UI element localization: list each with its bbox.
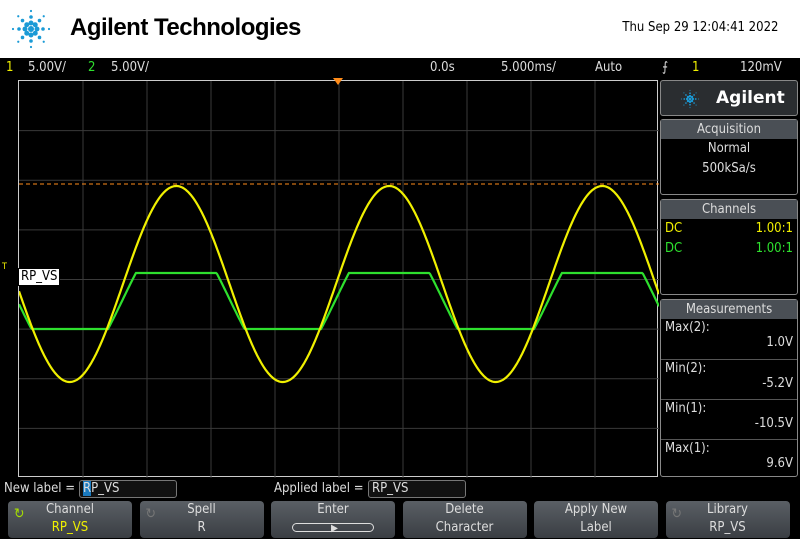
measurement-name: Max(2): bbox=[665, 320, 710, 335]
trigger-level[interactable]: 120mV bbox=[740, 60, 782, 75]
measurement-value: -5.2V bbox=[762, 376, 793, 391]
softkey-library[interactable]: ↻ Library RP_VS bbox=[665, 501, 790, 538]
softkey-value: Label bbox=[580, 520, 612, 535]
ch2-scale[interactable]: 5.00V/ bbox=[111, 60, 149, 75]
softkey-title: Channel bbox=[45, 502, 95, 517]
measurements-panel[interactable]: Measurements Max(2): 1.0V Min(2): -5.2V Min(… bbox=[660, 299, 798, 477]
softkey-value: RP_VS bbox=[51, 520, 89, 535]
agilent-spark-logo bbox=[11, 9, 51, 49]
probe-ratio: 1.00:1 bbox=[755, 221, 793, 236]
acquisition-panel[interactable]: Acquisition Normal 500kSa/s bbox=[660, 119, 798, 195]
applied-label-caption: Applied label = bbox=[274, 481, 364, 496]
softkey-title: Delete bbox=[445, 502, 484, 517]
measurements-title: Measurements bbox=[661, 300, 797, 319]
probe-ratio: 1.00:1 bbox=[755, 241, 793, 256]
measurement-name: Min(2): bbox=[665, 361, 707, 376]
softkey-area: New label = RP_VS Applied label = RP_VS … bbox=[0, 478, 800, 539]
delay[interactable]: 0.0s bbox=[430, 60, 455, 75]
rotate-knob-icon: ↻ bbox=[145, 506, 157, 522]
coupling: DC bbox=[665, 221, 683, 236]
measurement-item[interactable]: Max(2): 1.0V bbox=[661, 319, 797, 359]
softkey-title: Spell bbox=[187, 502, 216, 517]
acquisition-title: Acquisition bbox=[661, 120, 797, 139]
softkey-value: RP_VS bbox=[709, 520, 746, 535]
ground-marker[interactable]: T bbox=[2, 262, 7, 272]
coupling: DC bbox=[665, 241, 683, 256]
channels-panel[interactable]: Channels DC 1.00:1 DC 1.00:1 bbox=[660, 199, 798, 295]
waveform-graticule bbox=[17, 81, 661, 478]
channels-title: Channels bbox=[661, 200, 797, 219]
measurement-item[interactable]: Max(1): 9.6V bbox=[661, 439, 797, 479]
measurement-value: -10.5V bbox=[754, 416, 793, 431]
ch1-scale[interactable]: 5.00V/ bbox=[28, 60, 66, 75]
rotate-knob-icon: ↻ bbox=[14, 506, 25, 522]
softkey-title: Apply New bbox=[564, 502, 628, 517]
softkey-value: Character bbox=[435, 520, 494, 535]
status-bar: 1 5.00V/ 2 5.00V/ 0.0s 5.000ms/ Auto ⨍ 1… bbox=[0, 58, 800, 78]
softkey-title: Enter bbox=[317, 502, 349, 517]
sample-rate: 500kSa/s bbox=[702, 161, 756, 176]
rotate-knob-icon: ↻ bbox=[671, 506, 683, 522]
softkey-value: R bbox=[197, 520, 206, 535]
trigger-mode[interactable]: Auto bbox=[595, 60, 622, 75]
panel-brand: Agilent bbox=[716, 88, 785, 108]
agilent-logo-panel: Agilent bbox=[660, 80, 798, 116]
softkey-delete[interactable]: Delete Character bbox=[402, 501, 527, 538]
channel-1-row: DC 1.00:1 bbox=[661, 219, 797, 239]
new-label-caption: New label = bbox=[4, 481, 76, 496]
datetime: Thu Sep 29 12:04:41 2022 bbox=[621, 20, 778, 35]
waveform-display[interactable] bbox=[17, 80, 661, 478]
enter-arrow-icon: ▶ bbox=[292, 523, 374, 534]
acquisition-mode: Normal bbox=[707, 141, 751, 156]
measurement-name: Min(1): bbox=[665, 401, 707, 416]
timebase[interactable]: 5.000ms/ bbox=[501, 60, 556, 75]
applied-label-value: RP_VS bbox=[368, 480, 466, 498]
trigger-source[interactable]: 1 bbox=[692, 60, 699, 75]
measurement-value: 9.6V bbox=[766, 456, 793, 471]
softkey-enter[interactable]: Enter ▶ bbox=[271, 501, 395, 538]
measurement-item[interactable]: Min(2): -5.2V bbox=[661, 359, 797, 399]
channel-label: RP_VS bbox=[18, 268, 61, 286]
trigger-position-marker[interactable] bbox=[333, 78, 343, 85]
measurement-item[interactable]: Min(1): -10.5V bbox=[661, 399, 797, 439]
channel-2-row: DC 1.00:1 bbox=[661, 239, 797, 259]
brand-name: Agilent Technologies bbox=[70, 14, 301, 41]
rising-edge-icon: ⨍ bbox=[662, 60, 669, 75]
header: Agilent Technologies Thu Sep 29 12:04:41… bbox=[0, 0, 800, 58]
new-label-input[interactable]: RP_VS bbox=[79, 480, 177, 498]
agilent-spark-logo bbox=[680, 89, 700, 109]
ch2-number[interactable]: 2 bbox=[88, 60, 95, 75]
measurement-value: 1.0V bbox=[766, 335, 793, 350]
ch1-number[interactable]: 1 bbox=[6, 60, 13, 75]
measurement-name: Max(1): bbox=[665, 441, 710, 456]
softkey-spell[interactable]: ↻ Spell R bbox=[139, 501, 264, 538]
softkey-channel[interactable]: ↻ Channel RP_VS bbox=[8, 501, 132, 538]
softkey-title: Library bbox=[707, 502, 748, 517]
new-label-value: RP_VS bbox=[83, 481, 120, 496]
softkey-apply-new[interactable]: Apply New Label bbox=[534, 501, 658, 538]
